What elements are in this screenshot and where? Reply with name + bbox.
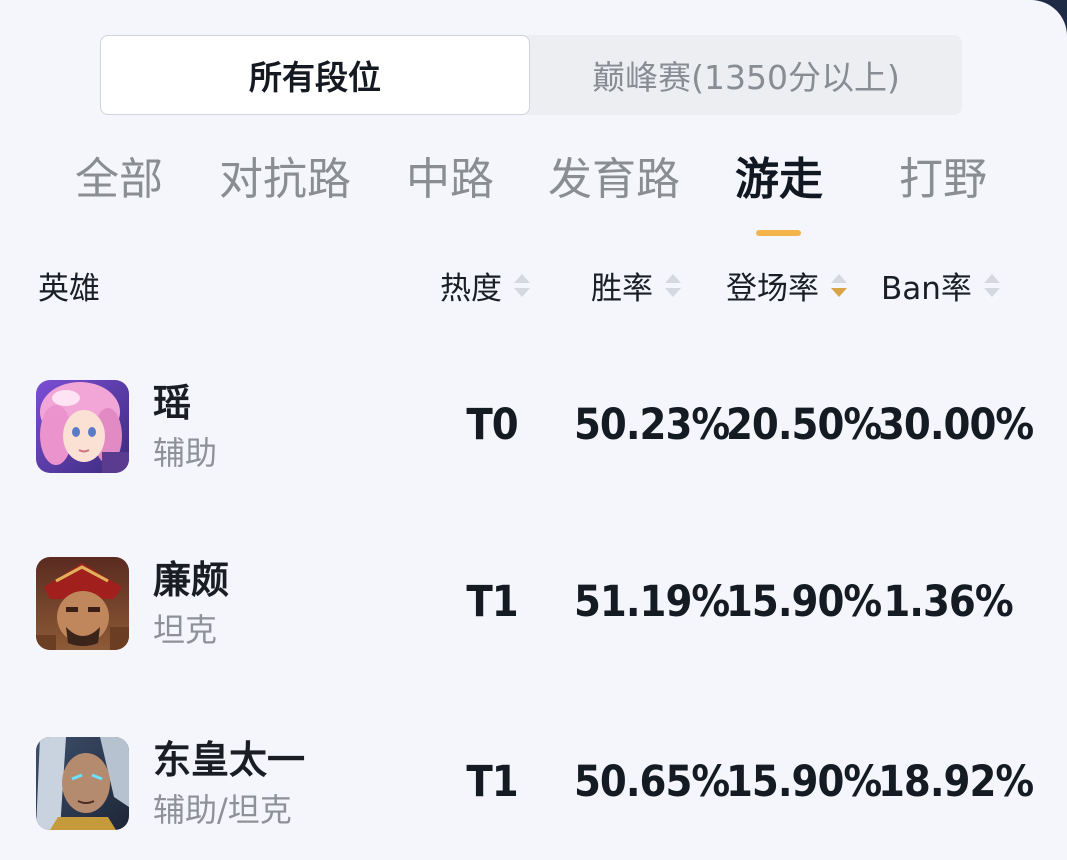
- hero-row[interactable]: 瑶 辅助 T0 50.23% 20.50% 30.00%: [0, 350, 1067, 500]
- hero-avatar: [36, 380, 129, 473]
- tier-badge: T0: [466, 400, 518, 450]
- tab-jungle[interactable]: 打野: [894, 140, 992, 210]
- header-heat[interactable]: 热度: [440, 262, 530, 308]
- ban-rate-value: 1.36%: [883, 577, 1013, 627]
- header-heat-label: 热度: [440, 270, 502, 307]
- tab-all[interactable]: 全部: [70, 140, 168, 210]
- sort-descending-icon: [831, 273, 847, 297]
- hero-role: 辅助/坦克: [153, 791, 292, 829]
- tab-roam[interactable]: 游走: [731, 140, 827, 210]
- tab-farm-lane[interactable]: 发育路: [543, 140, 685, 210]
- active-tab-indicator: [756, 230, 801, 236]
- header-hero: 英雄: [38, 262, 100, 308]
- sort-icon: [983, 273, 1000, 297]
- segment-all-ranks[interactable]: 所有段位: [100, 35, 530, 115]
- win-rate-value: 51.19%: [574, 577, 730, 627]
- pick-rate-value: 15.90%: [726, 757, 882, 807]
- ban-rate-value: 30.00%: [878, 400, 1034, 450]
- header-pick-rate[interactable]: 登场率: [726, 262, 847, 308]
- hero-row[interactable]: 东皇太一 辅助/坦克 T1 50.65% 15.90% 18.92%: [0, 707, 1067, 857]
- tier-badge: T1: [466, 757, 518, 807]
- tier-badge: T1: [466, 577, 518, 627]
- hero-avatar: [36, 557, 129, 650]
- hero-name: 东皇太一: [153, 738, 306, 782]
- sort-icon: [514, 273, 530, 297]
- pick-rate-value: 15.90%: [726, 577, 882, 627]
- header-pick-rate-label: 登场率: [726, 270, 819, 307]
- header-hero-label: 英雄: [38, 270, 100, 307]
- rank-segment-control: 所有段位 巅峰赛(1350分以上): [100, 35, 962, 115]
- header-win-rate[interactable]: 胜率: [591, 262, 681, 308]
- hero-name: 廉颇: [153, 558, 230, 602]
- sort-icon: [665, 273, 681, 297]
- ban-rate-value: 18.92%: [878, 757, 1034, 807]
- segment-peak-match[interactable]: 巅峰赛(1350分以上): [530, 35, 962, 115]
- hero-avatar: [36, 737, 129, 830]
- hero-row[interactable]: 廉颇 坦克 T1 51.19% 15.90% 1.36%: [0, 527, 1067, 677]
- header-win-rate-label: 胜率: [591, 270, 653, 307]
- tab-clash-lane[interactable]: 对抗路: [214, 140, 356, 210]
- header-ban-rate-label: Ban率: [881, 270, 972, 307]
- win-rate-value: 50.65%: [574, 757, 730, 807]
- win-rate-value: 50.23%: [574, 400, 730, 450]
- tab-mid-lane[interactable]: 中路: [402, 140, 498, 210]
- hero-name: 瑶: [153, 381, 192, 425]
- header-ban-rate[interactable]: Ban率: [881, 262, 1000, 308]
- hero-role: 辅助: [153, 434, 218, 472]
- rankings-panel: 所有段位 巅峰赛(1350分以上) 全部 对抗路 中路 发育路 游走 打野 英雄…: [0, 0, 1067, 860]
- hero-role: 坦克: [153, 611, 218, 649]
- pick-rate-value: 20.50%: [726, 400, 882, 450]
